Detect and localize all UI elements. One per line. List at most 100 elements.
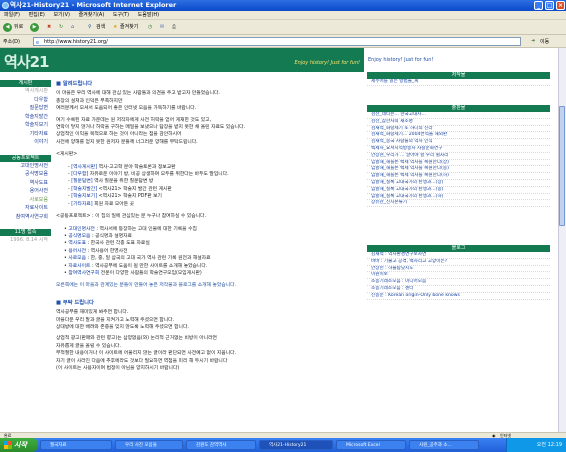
nav-item[interactable]: 자료사이트 <box>0 204 51 213</box>
favorites-button[interactable]: 즐겨찾기 <box>120 23 138 32</box>
nav-item[interactable]: 질문답변 <box>0 104 51 113</box>
menu-help[interactable]: 도움말(H) <box>138 12 159 18</box>
nav-item[interactable]: 공식명모음 <box>0 170 51 179</box>
back-button[interactable]: 뒤로 <box>14 23 23 32</box>
back-arrow-icon[interactable]: ◀ <box>3 23 12 32</box>
windows-logo-icon <box>4 441 12 449</box>
vertical-scrollbar[interactable] <box>558 48 566 432</box>
notice-line: 상업적인 이익을 목적으로 하는 것이 아니라는 점을 감안하시어 <box>56 132 182 138</box>
address-input[interactable]: e http://www.history21.org/ <box>33 37 521 46</box>
taskbar-button[interactable]: 우리 사진 모음들 <box>115 440 183 450</box>
board-item-link[interactable]: [역사게시판] <box>71 165 97 170</box>
site-logo[interactable]: 역사21 <box>4 51 49 72</box>
taskbar-button[interactable]: 역사21-History21 <box>259 440 333 450</box>
history-icon[interactable]: ◷ <box>148 23 152 32</box>
right-box-link[interactable]: 안상현_우리가 ... 알아야 할 우리 별자리 <box>367 153 550 160</box>
right-box-link[interactable]: 안상헌 : 하늘탐닷지도 <box>367 266 550 273</box>
refresh-icon[interactable]: ↻ <box>59 23 63 32</box>
project-item-link[interactable]: 자료사이트 <box>68 264 90 269</box>
taskbar-button[interactable]: Microsoft Excel <box>336 440 406 450</box>
star-icon[interactable]: ★ <box>113 23 117 32</box>
scrollbar-thumb[interactable] <box>559 106 565 226</box>
project-item: • 사로모음 : 한, 중, 일 삼국의 고대 국가 역사 관련 기록 원전과 … <box>56 255 361 262</box>
right-box-link[interactable]: 소봉기래소모음 : 미디어모음 <box>367 279 550 286</box>
right-box-link[interactable]: 임할해_해를뜬 백제 역사를 복원한다(하) <box>367 173 550 180</box>
menu-edit[interactable]: 편집(E) <box>29 12 45 18</box>
board-item: - [질문답변] 역사 질문을 위한 질문답변 방 <box>56 178 361 185</box>
board-item-link[interactable]: [기타자료] <box>71 202 92 207</box>
board-item-link[interactable]: [다우함] <box>71 172 88 177</box>
board-item-link[interactable]: [학술지발간] <box>71 187 97 192</box>
notice-line: 여러분께서 모셔서 도움되어 좋은 인터넷 모음을 가득하기를 바랍니다. <box>56 106 197 112</box>
right-box-link[interactable]: 검재석_중국 사람들의 역사 인식 <box>367 139 550 146</box>
stop-icon[interactable]: ✖ <box>47 23 51 32</box>
right-box-link[interactable]: 임할해_실록 고대국가의 탄생과...(하) <box>367 194 550 201</box>
right-box-link[interactable]: 임할해_실록 고대국가의 탄생과...(상) <box>367 180 550 187</box>
toolbar: ◀ 뒤로 ▶ ✖ ↻ ⌂ ⚲ 검색 ★ 즐겨찾기 ◷ ✉ ⎙ <box>0 20 566 35</box>
close-button[interactable]: × <box>556 1 565 10</box>
project-item-link[interactable]: 용어사전 <box>68 249 86 254</box>
taskbar-button[interactable]: 감원도 감역역사 <box>186 440 256 450</box>
right-top-link[interactable]: Enjoy history! Just for fun! <box>368 57 433 63</box>
right-box-link[interactable]: 임할해_해를뜬 백제 역사를 복원한다(중) <box>367 166 550 174</box>
right-box-link[interactable]: 임할해_해를뜬 백제 역사를 복원한다(상) <box>367 160 550 167</box>
nav-item[interactable]: 다우함 <box>0 96 51 105</box>
search-button[interactable]: 검색 <box>96 23 105 32</box>
search-icon[interactable]: ⚲ <box>88 23 92 32</box>
right-box-link[interactable]: 검재석_화랑세기 또 하나의 신라 <box>367 126 550 133</box>
board-item: - [학술지발간] <역사21> 학술지 발간 관련 게시판 <box>56 186 361 193</box>
right-box-link[interactable]: 김재석 : 역사환경연구보자연 <box>367 252 550 259</box>
project-item: • 자료사이트 : 역사공부에 도움이 될 만한 사이트를 소개해 놓았습니다. <box>56 263 361 270</box>
site-banner: 역사21 Enjoy history! Just for fun! <box>0 48 364 72</box>
taskbar-button[interactable]: 사원_공주과 소... <box>409 440 479 450</box>
nav-item[interactable]: 학술지발간 <box>0 113 51 122</box>
menu-favorites[interactable]: 즐겨찾기(A) <box>79 12 105 18</box>
nav-item[interactable]: 기타자료 <box>0 130 51 139</box>
project-item-link[interactable]: 참여역사연구회 <box>68 271 99 276</box>
board-item-desc: <역사21> 학술지 발간 관련 게시판 <box>97 186 172 192</box>
right-box-link[interactable]: 제주어를 읽는 방법들_씨 <box>367 79 550 86</box>
right-box-link[interactable]: 소봉기래소모음 : 센터 <box>367 286 550 293</box>
go-button[interactable]: 이동 <box>540 38 549 45</box>
project-item-link[interactable]: 사로모음 <box>68 256 86 261</box>
go-arrow-icon[interactable]: ➜ <box>531 38 535 44</box>
right-box-link[interactable]: 임할해_실록 고대국가의 탄생과...(중) <box>367 187 550 194</box>
mail-icon[interactable]: ✉ <box>160 23 164 32</box>
board-item-link[interactable]: [질문답변] <box>71 179 92 184</box>
maximize-button[interactable]: □ <box>545 1 554 10</box>
right-box-link[interactable]: 검산_네티즌... 한국고대사... <box>367 112 550 119</box>
project-item-link[interactable]: 역사도표 <box>68 241 86 246</box>
nav-item[interactable]: 용어사전 <box>0 187 51 196</box>
nav-item[interactable]: 이야기 <box>0 138 51 147</box>
right-box-link[interactable]: 바바 : 기술고 공격, 백사리고 고양이는? <box>367 259 550 266</box>
right-box-link[interactable]: 신봉문 : Korean origin-Only bone knows <box>367 293 550 300</box>
request-line: 자기 글이 사라진 다음에 추후에라도 것보다 필요하면 역점을 미리 해 두시… <box>56 358 228 364</box>
request-line: 자유롭게 글을 올릴 수 있습니다. <box>56 343 121 349</box>
nav-item[interactable]: 참여역사연구회 <box>0 213 51 222</box>
minimize-button[interactable]: _ <box>534 1 543 10</box>
board-item-link[interactable]: [학술지보기] <box>71 194 97 199</box>
request-line: 상업적 광고(판매와 관련 향고)는 삼양없음(와) 논리적 근거없는 비방이 … <box>56 336 217 342</box>
start-button[interactable]: 시작 <box>0 438 38 452</box>
right-box-link[interactable]: 검재석_화랑세기... 2004번역을 해외판 <box>367 132 550 140</box>
notice-line: 여기 수록된 자료 가운데는 원 저작자에게 사전 허락을 얻어 게재한 것도 … <box>56 117 212 123</box>
project-item-link[interactable]: 고대인명사전 <box>68 227 94 232</box>
project-item-link[interactable]: 공식명모음 <box>68 234 90 239</box>
right-box-link[interactable]: 이원이보 <box>367 272 550 280</box>
nav-item: 1996. 8.14 시작 <box>10 237 48 243</box>
forward-arrow-icon[interactable]: ▶ <box>30 23 39 32</box>
right-box-link[interactable]: 장유관_신시본류기 <box>367 200 550 208</box>
nav-item[interactable]: 사로모음 <box>0 196 51 205</box>
nav-item[interactable]: 학술지보기 <box>0 121 51 130</box>
request-text: 역사공부를 재미있게 봐주면 합니다. 마을다운 우리 말과 글을 지켜가고 노력… <box>56 309 361 372</box>
taskbar-button[interactable]: 월국자료 <box>40 440 112 450</box>
right-box-link[interactable]: 백제사_요서지역방송사 사찰문화연구 <box>367 146 550 153</box>
menu-view[interactable]: 보기(V) <box>53 12 70 18</box>
menu-tools[interactable]: 도구(T) <box>113 12 129 18</box>
home-icon[interactable]: ⌂ <box>71 23 74 32</box>
right-box-link[interactable]: 검산_삼한사의 재조명 <box>367 119 550 126</box>
nav-item[interactable]: 역사도표 <box>0 179 51 188</box>
print-icon[interactable]: ⎙ <box>172 23 176 32</box>
menu-file[interactable]: 파일(F) <box>4 12 20 18</box>
nav-item[interactable]: 고대인명사전 <box>0 162 51 171</box>
